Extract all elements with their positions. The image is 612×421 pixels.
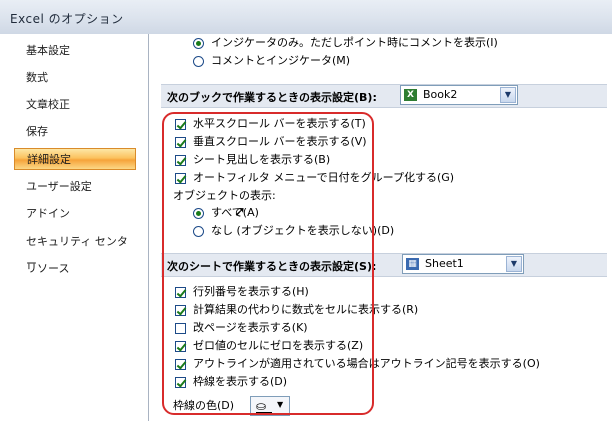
checkbox-group-dates[interactable] <box>175 173 186 184</box>
sidebar-item-proofing[interactable]: 文章校正 <box>14 94 136 116</box>
excel-options-dialog: Excel のオプション 基本設定 数式 文章校正 保存 詳細設定 ユーザー設定… <box>0 0 612 421</box>
book-select[interactable]: X Book2 ▼ <box>400 85 518 105</box>
book-section-header: 次のブックで作業するときの表示設定(B): <box>161 84 607 108</box>
color-swatch <box>256 412 272 415</box>
checkbox-gridlines[interactable] <box>175 377 186 388</box>
window-title: Excel のオプション <box>10 12 124 26</box>
group-dates-label: オートフィルタ メニューで日付をグループ化する(G) <box>193 171 455 184</box>
horizontal-scroll-label: 水平スクロール バーを表示する(T) <box>193 117 366 130</box>
row-col-headers-label: 行列番号を表示する(H) <box>193 285 309 298</box>
checkbox-sheet-tabs[interactable] <box>175 155 186 166</box>
checkbox-page-breaks[interactable] <box>175 323 186 334</box>
sidebar-item-trust-center[interactable]: セキュリティ センター <box>14 231 136 270</box>
sheet-tabs-label: シート見出しを表示する(B) <box>193 153 331 166</box>
outline-symbols-label: アウトラインが適用されている場合はアウトライン記号を表示する(O) <box>193 357 540 370</box>
sidebar-item-advanced[interactable]: 詳細設定 <box>14 148 136 170</box>
page-breaks-label: 改ページを表示する(K) <box>193 321 308 334</box>
excel-book-icon: X <box>404 89 417 101</box>
radio-indicator-only[interactable] <box>193 38 204 49</box>
radio-objects-none[interactable] <box>193 226 204 237</box>
checkbox-vertical-scroll[interactable] <box>175 137 186 148</box>
gridline-color-button[interactable]: ⛀ ▼ <box>250 396 290 416</box>
radio-indicator-only-label: インジケータのみ。ただしポイント時にコメントを表示(I) <box>211 36 498 49</box>
chevron-down-icon[interactable]: ▼ <box>506 256 522 272</box>
title-bar: Excel のオプション <box>0 0 612 35</box>
checkbox-zero-values[interactable] <box>175 341 186 352</box>
objects-display-label: オブジェクトの表示: <box>173 189 276 202</box>
checkbox-horizontal-scroll[interactable] <box>175 119 186 130</box>
show-formulas-label: 計算結果の代わりに数式をセルに表示する(R) <box>193 303 419 316</box>
sidebar-item-addins[interactable]: アドイン <box>14 203 136 225</box>
sheet-section-title: 次のシートで作業するときの表示設定(S): <box>167 260 377 273</box>
checkbox-row-col-headers[interactable] <box>175 287 186 298</box>
chevron-down-icon: ▼ <box>277 400 284 409</box>
sheet-select-value: Sheet1 <box>425 257 464 270</box>
radio-comment-and-indicator-label: コメントとインジケータ(M) <box>211 54 351 67</box>
radio-objects-none-label: なし (オブジェクトを表示しない)(D) <box>211 224 395 237</box>
book-section-title: 次のブックで作業するときの表示設定(B): <box>167 91 377 104</box>
sheet-section-header: 次のシートで作業するときの表示設定(S): <box>161 253 607 277</box>
sidebar-item-save[interactable]: 保存 <box>14 121 136 143</box>
worksheet-icon: ▦ <box>406 258 419 270</box>
sidebar-item-resources[interactable]: リソース <box>14 258 136 280</box>
sheet-select[interactable]: ▦ Sheet1 ▼ <box>402 254 524 274</box>
checkbox-outline-symbols[interactable] <box>175 359 186 370</box>
vertical-scroll-label: 垂直スクロール バーを表示する(V) <box>193 135 367 148</box>
gridline-color-label: 枠線の色(D) <box>173 399 235 412</box>
book-select-value: Book2 <box>423 88 458 101</box>
zero-values-label: ゼロ値のセルにゼロを表示する(Z) <box>193 339 364 352</box>
sidebar-item-formulas[interactable]: 数式 <box>14 67 136 89</box>
radio-comment-and-indicator[interactable] <box>193 56 204 67</box>
checkbox-show-formulas[interactable] <box>175 305 186 316</box>
gridlines-label: 枠線を表示する(D) <box>193 375 288 388</box>
radio-objects-all[interactable] <box>193 208 204 219</box>
sidebar-item-basic[interactable]: 基本設定 <box>14 40 136 62</box>
mouse-cursor-icon: ➚ <box>234 204 246 220</box>
sidebar-nav: 基本設定 数式 文章校正 保存 詳細設定 ユーザー設定 アドイン セキュリティ … <box>0 34 149 421</box>
sidebar-item-customize[interactable]: ユーザー設定 <box>14 176 136 198</box>
chevron-down-icon[interactable]: ▼ <box>500 87 516 103</box>
